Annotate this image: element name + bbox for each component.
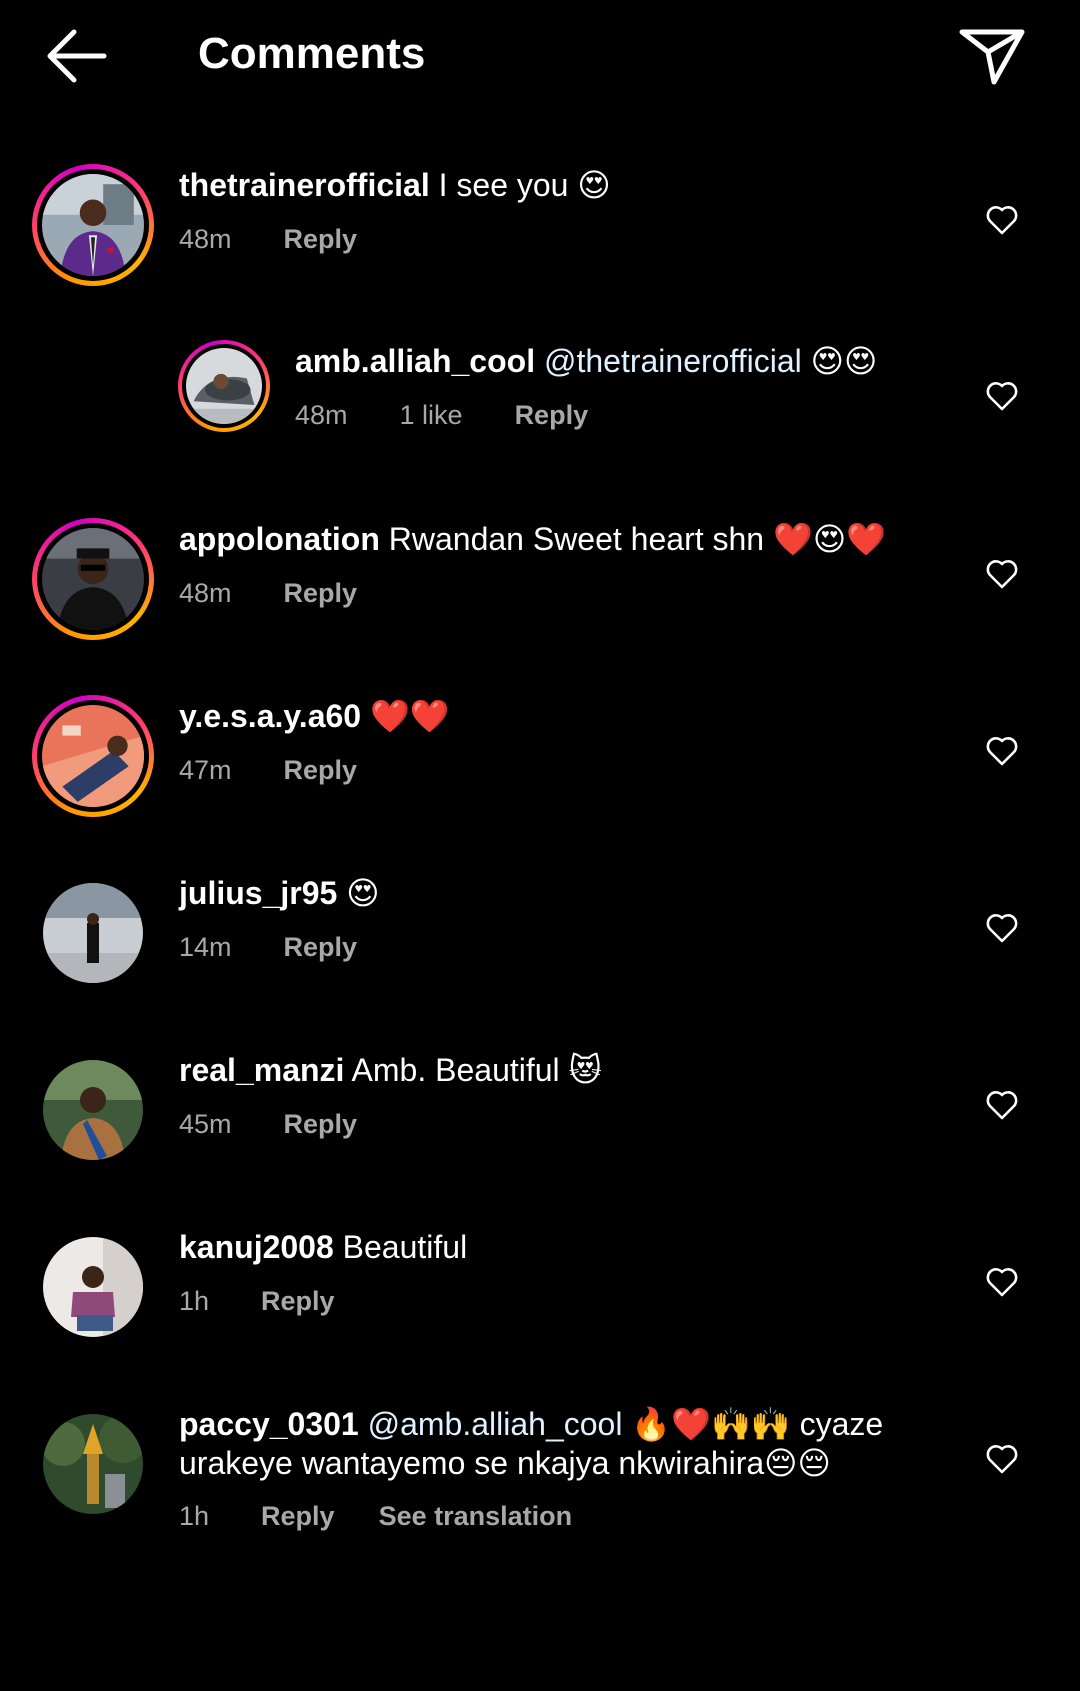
timestamp: 45m [179,1109,232,1139]
comment-text: amb.alliah_cool @thetrainerofficial 😍😍 [295,342,877,381]
comment-text: thetrainerofficial I see you 😍 [179,166,611,205]
comment-body: I see you 😍 [438,167,611,203]
comment-meta: 1h Reply [179,1284,379,1318]
comment-meta: 47m Reply [179,753,401,787]
avatar[interactable] [42,705,144,807]
reply-comment-item: amb.alliah_cool @thetrainerofficial 😍😍 4… [0,328,1080,458]
comment-text: kanuj2008 Beautiful [179,1228,467,1267]
comment-item: julius_jr95 😍 14m Reply [0,858,1080,998]
story-ring [32,695,154,817]
username[interactable]: julius_jr95 [179,875,337,911]
heart-icon[interactable] [985,735,1019,767]
timestamp: 48m [179,224,232,254]
heart-icon[interactable] [985,912,1019,944]
comment-item: thetrainerofficial I see you 😍 48m Reply [0,150,1080,290]
mention-link[interactable]: @thetrainerofficial [544,343,802,379]
avatar[interactable] [43,883,143,983]
comment-meta: 48m Reply [179,222,401,256]
page-title: Comments [198,29,426,78]
comment-item: y.e.s.a.y.a60 ❤️❤️ 47m Reply [0,681,1080,821]
reply-button[interactable]: Reply [284,930,358,964]
reply-button[interactable]: Reply [261,1284,335,1318]
reply-button[interactable]: Reply [284,753,358,787]
comment-text: y.e.s.a.y.a60 ❤️❤️ [179,697,450,736]
heart-icon[interactable] [985,1443,1019,1475]
username[interactable]: y.e.s.a.y.a60 [179,698,361,734]
username[interactable]: amb.alliah_cool [295,343,535,379]
timestamp: 47m [179,755,232,785]
mention-link[interactable]: @amb.alliah_cool [368,1406,623,1442]
comment-item: paccy_0301 @amb.alliah_cool 🔥❤️🙌🙌 cyaze … [0,1389,1080,1559]
heart-icon[interactable] [985,380,1019,412]
like-count[interactable]: 1 like [400,398,463,432]
avatar[interactable] [43,1060,143,1160]
timestamp: 48m [295,400,348,430]
comment-body: 😍 [346,875,380,911]
avatar[interactable] [43,1237,143,1337]
comment-body: ❤️❤️ [369,698,450,734]
comment-body: Rwandan Sweet heart shn ❤️😍❤️ [388,521,887,557]
comment-meta: 48m 1 like Reply [295,398,632,432]
heart-icon[interactable] [985,204,1019,236]
heart-icon[interactable] [985,1266,1019,1298]
comment-item: real_manzi Amb. Beautiful 😻 45m Reply [0,1035,1080,1175]
timestamp: 1h [179,1286,210,1316]
comment-meta: 45m Reply [179,1107,401,1141]
comment-meta: 48m Reply [179,576,401,610]
reply-button[interactable]: Reply [284,576,358,610]
username[interactable]: thetrainerofficial [179,167,430,203]
timestamp: 48m [179,578,232,608]
header: Comments [0,0,1080,112]
see-translation-button[interactable]: See translation [379,1499,573,1533]
avatar[interactable] [186,348,262,424]
comment-text: real_manzi Amb. Beautiful 😻 [179,1051,602,1090]
username[interactable]: real_manzi [179,1052,344,1088]
story-ring [178,340,270,432]
timestamp: 1h [179,1501,210,1531]
reply-button[interactable]: Reply [284,1107,358,1141]
comments-screen: Comments thetrainerofficial I see you 😍 … [0,0,1080,1691]
username[interactable]: appolonation [179,521,380,557]
comment-meta: 1h Reply See translation [179,1499,572,1533]
heart-icon[interactable] [985,558,1019,590]
avatar[interactable] [42,174,144,276]
timestamp: 14m [179,932,232,962]
comment-text: appolonation Rwandan Sweet heart shn ❤️😍… [179,520,886,559]
comment-body: 😍😍 [810,343,878,379]
username[interactable]: kanuj2008 [179,1229,334,1265]
reply-button[interactable]: Reply [261,1499,335,1533]
comment-body: Amb. Beautiful 😻 [351,1052,602,1088]
paper-plane-icon[interactable] [958,24,1028,88]
story-ring [32,164,154,286]
comment-item: kanuj2008 Beautiful 1h Reply [0,1212,1080,1352]
heart-icon[interactable] [985,1089,1019,1121]
back-arrow-icon[interactable] [40,24,112,88]
comment-item: appolonation Rwandan Sweet heart shn ❤️😍… [0,504,1080,644]
avatar[interactable] [42,528,144,630]
reply-button[interactable]: Reply [284,222,358,256]
comment-text: paccy_0301 @amb.alliah_cool 🔥❤️🙌🙌 cyaze … [179,1405,899,1483]
story-ring [32,518,154,640]
username[interactable]: paccy_0301 [179,1406,359,1442]
reply-button[interactable]: Reply [515,398,589,432]
comment-text: julius_jr95 😍 [179,874,380,913]
avatar[interactable] [43,1414,143,1514]
comment-meta: 14m Reply [179,930,401,964]
comment-body: Beautiful [342,1229,468,1265]
